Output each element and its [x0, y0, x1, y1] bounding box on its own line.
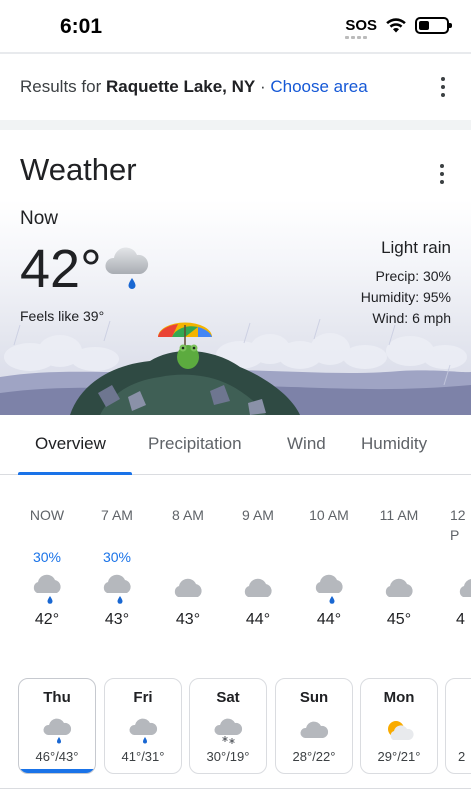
status-bar: 6:01 SOS: [0, 0, 471, 52]
rain-cloud-icon: [105, 247, 149, 289]
section-separator: [0, 120, 471, 130]
hour-precip: [153, 547, 223, 567]
tab-overview[interactable]: Overview: [35, 434, 106, 454]
cloud-icon: [385, 578, 413, 597]
hour-temp: 4: [456, 611, 465, 628]
results-prefix: Results for: [20, 77, 106, 96]
rain-cloud-icon: [315, 574, 343, 604]
rain-cloud-icon: [103, 574, 131, 604]
rain-cloud-icon: [33, 574, 61, 604]
rain-cloud-icon: [43, 718, 72, 744]
battery-icon: [415, 17, 452, 34]
bottom-divider: [0, 788, 471, 789]
status-icons: SOS: [345, 17, 452, 39]
cloud-icon: [174, 578, 202, 597]
hour-label: 8 AM: [172, 507, 204, 523]
hour-temp: 45°: [386, 611, 412, 628]
hour-precip: [223, 547, 293, 567]
tab-precipitation[interactable]: Precipitation: [148, 434, 242, 454]
wifi-icon: [386, 18, 406, 33]
day-card-mon[interactable]: Mon 29°/21°: [360, 678, 438, 774]
hour-label: 10 AM: [309, 507, 349, 523]
hour-temp: 43°: [175, 611, 201, 628]
hourly-item[interactable]: 7 AM 30% 43°: [82, 505, 152, 629]
partly-sunny-icon: [388, 721, 414, 740]
hour-temp: 42°: [34, 611, 60, 628]
hour-temp: 44°: [316, 611, 342, 628]
more-options-icon[interactable]: [440, 77, 446, 97]
hourly-item[interactable]: 8 AM 43°: [153, 505, 223, 629]
weather-tabs: Overview Precipitation Wind Humidity: [0, 415, 471, 475]
day-temp-range: 46°/43°: [35, 749, 79, 764]
results-text: Results for Raquette Lake, NY · Choose a…: [20, 77, 368, 97]
day-card-sun[interactable]: Sun 28°/22°: [275, 678, 353, 774]
condition-text: Light rain: [381, 238, 451, 257]
tab-humidity[interactable]: Humidity: [361, 434, 427, 454]
rain-cloud-icon: [129, 718, 158, 744]
hour-precip: 30%: [102, 549, 132, 565]
weather-more-options-icon[interactable]: [439, 164, 445, 184]
now-label: Now: [20, 208, 59, 229]
day-temp-range: 30°/19°: [206, 749, 250, 764]
cloud-icon: [459, 579, 471, 597]
day-name: Mon: [383, 689, 415, 706]
results-location: Raquette Lake, NY: [105, 77, 256, 96]
hour-label: 12 P: [450, 507, 466, 543]
hourly-item[interactable]: 12 P 4: [442, 505, 471, 629]
day-temp-range: 29°/21°: [377, 749, 421, 764]
hourly-item[interactable]: 9 AM 44°: [223, 505, 293, 629]
day-icon-placeholder: [446, 709, 471, 745]
day-card-thu[interactable]: Thu 46°/43°: [18, 678, 96, 774]
tab-wind[interactable]: Wind: [287, 434, 326, 454]
results-separator: ·: [255, 77, 271, 96]
cloud-icon: [244, 578, 272, 597]
day-temp-range: 41°/31°: [121, 749, 165, 764]
weather-illustration: [0, 318, 471, 415]
day-temp-range: 28°/22°: [292, 749, 336, 764]
current-conditions: Now 42° Feels like 39° Light rain Precip…: [0, 200, 471, 415]
sos-indicator: SOS: [345, 17, 377, 39]
day-name: Sun: [299, 689, 329, 706]
hour-label: 7 AM: [101, 507, 133, 523]
weather-title: Weather: [20, 152, 137, 187]
day-card-sat[interactable]: Sat 30°/19°: [189, 678, 267, 774]
hour-label: 11 AM: [379, 507, 419, 523]
results-bar: Results for Raquette Lake, NY · Choose a…: [0, 54, 471, 120]
hourly-item[interactable]: 11 AM 45°: [364, 505, 434, 629]
selected-day-indicator: [19, 769, 95, 773]
current-temperature: 42°: [20, 239, 102, 299]
day-name: [446, 689, 471, 709]
active-tab-indicator: [18, 472, 132, 475]
snow-cloud-icon: [214, 718, 243, 744]
humidity-text: Humidity: 95%: [360, 289, 451, 305]
hour-precip: 30%: [32, 549, 62, 565]
choose-area-link[interactable]: Choose area: [270, 77, 367, 96]
hour-label: 9 AM: [242, 507, 274, 523]
signal-dots-icon: [345, 36, 368, 39]
hourly-item[interactable]: 10 AM 44°: [294, 505, 364, 629]
hour-precip: [442, 547, 471, 567]
day-name: Fri: [133, 689, 153, 706]
hour-temp: 44°: [245, 611, 271, 628]
hourly-item[interactable]: NOW 30% 42°: [12, 505, 82, 629]
precip-text: Precip: 30%: [375, 268, 451, 284]
hour-precip: [364, 547, 434, 567]
sos-label: SOS: [345, 17, 377, 34]
day-card-partial[interactable]: 2: [445, 678, 471, 774]
status-time: 6:01: [60, 15, 103, 38]
cloud-icon: [300, 721, 329, 738]
hour-precip: [294, 547, 364, 567]
hour-temp: 43°: [104, 611, 130, 628]
day-temp-range: 2: [458, 749, 466, 764]
hourly-forecast: NOW 30% 42° 7 AM 30% 43° 8 AM 43° 9 AM 4…: [0, 505, 471, 645]
day-name: Thu: [43, 689, 71, 706]
day-card-fri[interactable]: Fri 41°/31°: [104, 678, 182, 774]
day-name: Sat: [216, 689, 240, 706]
weather-card: Weather Now 42° Feels like 39° Light rai…: [0, 130, 471, 800]
hour-label: NOW: [29, 507, 65, 523]
